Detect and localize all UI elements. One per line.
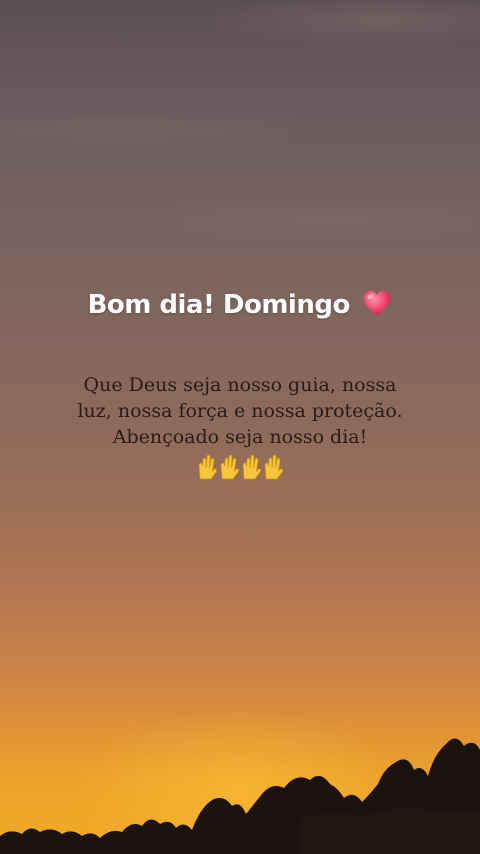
message-line-2: luz, nossa força e nossa proteção. [77, 400, 403, 422]
message-line-1: Que Deus seja nosso guia, nossa [83, 374, 397, 396]
raising-hands-row [196, 454, 284, 480]
heart-icon [364, 290, 391, 316]
story-background: Bom dia! Domingo Que Deus seja nosso gui… [0, 0, 480, 854]
raising-hands-icon [220, 454, 240, 480]
raising-hands-icon [242, 454, 262, 480]
message-line-3: Abençoado seja nosso dia! [112, 426, 368, 448]
raising-hands-icon [198, 454, 218, 480]
tree-silhouette [0, 738, 480, 854]
story-title: Bom dia! Domingo [0, 288, 480, 320]
raising-hands-icon [264, 454, 284, 480]
title-text: Bom dia! Domingo [87, 290, 351, 320]
story-message: Que Deus seja nosso guia, nossa luz, nos… [60, 372, 420, 487]
